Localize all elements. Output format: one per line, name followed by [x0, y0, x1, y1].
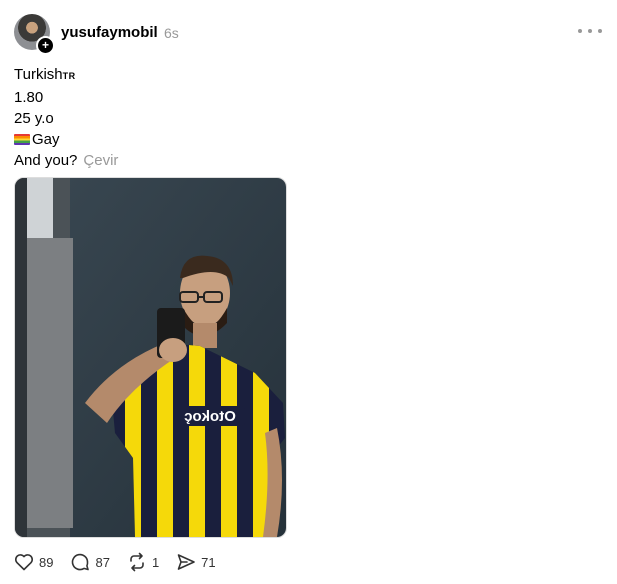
orientation-text: Gay: [32, 131, 60, 148]
question-text: And you?: [14, 152, 78, 169]
more-icon[interactable]: [578, 22, 602, 40]
reply-button[interactable]: 87: [70, 552, 110, 572]
nationality-code: TR: [62, 71, 76, 81]
plus-icon[interactable]: +: [36, 36, 55, 55]
nationality-text: Turkish: [14, 66, 63, 83]
translate-link[interactable]: Çevir: [83, 152, 118, 169]
reply-count: 87: [95, 554, 110, 570]
reply-icon: [72, 553, 90, 571]
share-icon: [177, 554, 195, 570]
repost-button[interactable]: 1: [127, 552, 159, 572]
post-image[interactable]: Otokoç: [14, 177, 287, 538]
like-button[interactable]: 89: [14, 553, 53, 571]
question-line: And you? Çevir: [14, 150, 118, 171]
action-bar: 89 87 1 71: [14, 551, 233, 573]
height-line: 1.80: [14, 89, 44, 106]
repost-icon: [130, 552, 144, 572]
heart-icon: [14, 554, 34, 571]
mirror-selfie-illustration: Otokoç: [15, 178, 286, 537]
username[interactable]: yusufaymobil: [61, 24, 158, 41]
post-text: TurkishTR 1.80 25 y.o Gay And you? Çevir: [14, 64, 118, 171]
age-line: 25 y.o: [14, 110, 54, 127]
repost-count: 1: [151, 554, 160, 570]
rainbow-flag-icon: [14, 134, 30, 145]
share-button[interactable]: 71: [176, 552, 216, 572]
post-time: 6s: [164, 25, 179, 41]
post-header: + yusufaymobil 6s: [14, 14, 606, 55]
share-count: 71: [201, 554, 216, 570]
like-count: 89: [39, 554, 54, 570]
orientation-line: Gay: [14, 129, 118, 150]
jersey-sponsor: Otokoç: [184, 408, 236, 425]
nationality-line: TurkishTR: [14, 64, 118, 87]
